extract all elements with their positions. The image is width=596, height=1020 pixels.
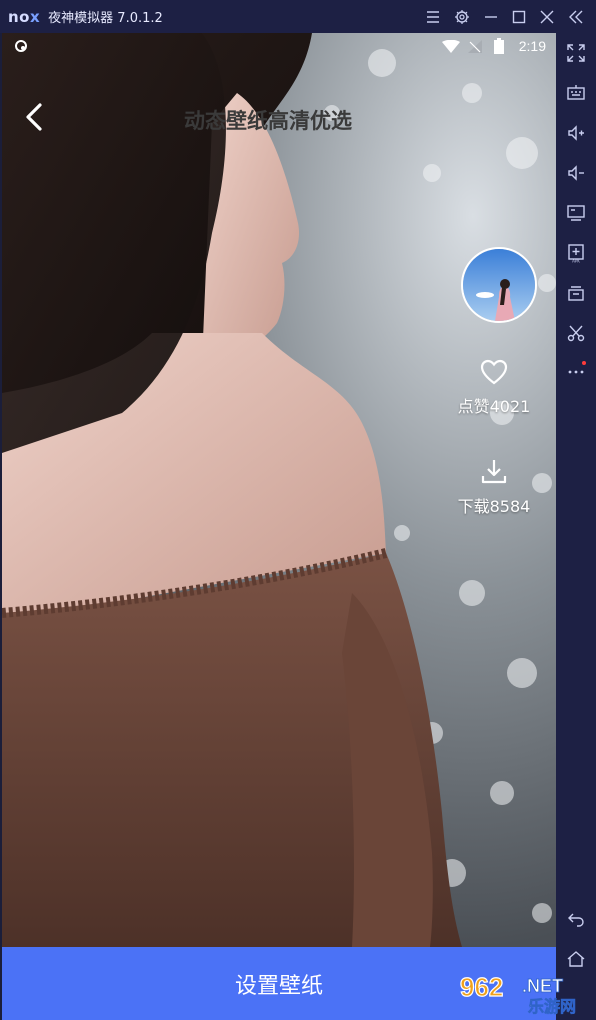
keyboard-icon[interactable] [566, 83, 586, 103]
home-nav-icon[interactable] [566, 949, 586, 969]
more-icon[interactable] [566, 361, 586, 381]
notification-icon [15, 40, 27, 52]
volume-down-icon[interactable] [566, 163, 586, 183]
collapse-sidebar-icon[interactable] [568, 10, 584, 24]
watermark-number: 962 [460, 972, 503, 1002]
like-button[interactable]: 点赞4021 [449, 359, 539, 417]
menu-icon[interactable] [426, 10, 440, 23]
back-nav-icon[interactable] [566, 909, 586, 929]
chevron-left-icon [26, 103, 42, 131]
download-button[interactable]: 下载8584 [449, 457, 539, 517]
status-bar: 2:19 [2, 33, 556, 59]
like-count-label: 点赞4021 [457, 397, 531, 416]
back-button[interactable] [20, 99, 50, 135]
multi-instance-icon[interactable] [566, 283, 586, 303]
page-title: 动态壁纸高清优选 [184, 109, 352, 133]
watermark-logo: 962 .NET 乐游网 [459, 971, 576, 1016]
wifi-icon [442, 40, 460, 53]
gear-icon[interactable] [454, 9, 470, 25]
status-time: 2:19 [518, 38, 546, 54]
emulator-toolbar: APK [555, 33, 596, 1020]
fullscreen-icon[interactable] [566, 43, 586, 63]
nox-logo-accent: x [29, 7, 41, 26]
watermark-suffix: .NET [522, 976, 563, 996]
svg-text:APK: APK [572, 259, 580, 264]
battery-icon [494, 38, 504, 54]
close-icon[interactable] [540, 10, 554, 24]
signal-icon [468, 40, 482, 53]
heart-icon [480, 359, 508, 385]
maximize-icon[interactable] [512, 10, 526, 24]
download-count-label: 下载8584 [457, 497, 531, 516]
screen-icon[interactable] [566, 203, 586, 223]
volume-up-icon[interactable] [566, 123, 586, 143]
download-icon [481, 460, 507, 484]
site-watermark: 962 .NET 乐游网 [456, 970, 594, 1016]
window-controls [426, 0, 584, 33]
watermark-text: 乐游网 [528, 997, 576, 1016]
minimize-icon[interactable] [484, 10, 498, 24]
nox-logo: nox [8, 7, 41, 26]
avatar-image [463, 249, 535, 321]
phone-screen: 2:19 动态壁纸高清优选 点赞4021 下载8584 设置壁纸 [2, 33, 556, 1020]
author-avatar[interactable] [461, 247, 537, 323]
emulator-title-bar: nox 夜神模拟器 7.0.1.2 [0, 0, 596, 33]
emulator-title: 夜神模拟器 7.0.1.2 [48, 11, 163, 26]
scissors-icon[interactable] [566, 323, 586, 343]
set-wallpaper-label: 设置壁纸 [234, 973, 323, 999]
apk-install-icon[interactable]: APK [566, 243, 586, 263]
